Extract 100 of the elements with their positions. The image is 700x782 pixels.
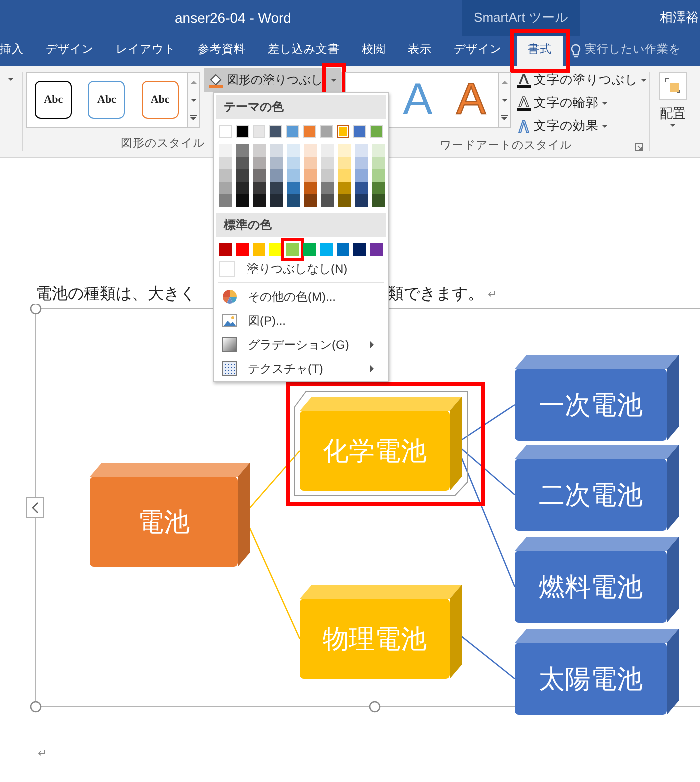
color-swatch[interactable] [338,156,351,169]
color-swatch[interactable] [287,144,300,156]
color-swatch[interactable] [370,242,383,256]
resize-handle[interactable] [369,701,381,713]
shape-fill-button[interactable]: 図形の塗りつぶし [204,68,327,92]
ribbon-tab[interactable]: 書式 [517,36,563,66]
color-swatch[interactable] [236,242,249,256]
resize-handle[interactable] [30,304,42,315]
more-icon [501,115,508,121]
color-swatch[interactable] [287,169,300,182]
window-title: anser26-04 - Word [175,8,292,28]
color-swatch[interactable] [270,194,283,206]
color-swatch[interactable] [338,169,351,182]
ribbon-tab[interactable]: 参考資料 [187,36,257,66]
menu-item[interactable]: テクスチャ(T) [214,356,388,380]
ribbon-tab[interactable]: 校閲 [351,36,397,66]
color-swatch[interactable] [320,242,333,256]
color-swatch[interactable] [321,194,334,206]
menu-heading: 標準の色 [216,212,386,236]
menu-item[interactable]: グラデーション(G) [214,332,388,356]
color-swatch[interactable] [304,169,317,182]
color-swatch[interactable] [270,144,283,156]
color-swatch[interactable] [304,144,317,156]
color-swatch[interactable] [236,169,249,182]
more-button[interactable] [499,109,510,127]
expand-pane-icon[interactable] [26,498,44,518]
color-swatch[interactable] [219,242,232,256]
color-swatch[interactable] [372,156,385,169]
color-swatch[interactable] [287,156,300,169]
color-swatch[interactable] [355,156,368,169]
menu-heading: テーマの色 [216,95,386,119]
ribbon-tab[interactable]: デザイン [35,36,105,66]
color-swatch[interactable] [321,182,334,194]
shape-style-option[interactable]: Abc [35,81,72,119]
color-swatch[interactable] [336,242,350,256]
color-swatch[interactable] [219,182,232,194]
color-swatch[interactable] [372,194,385,206]
color-swatch[interactable] [321,156,334,169]
color-swatch[interactable] [269,242,282,256]
color-swatch[interactable] [338,194,351,206]
gradient-icon [222,336,238,352]
picture-icon [222,312,238,328]
color-swatch[interactable] [304,156,317,169]
color-swatch[interactable] [236,182,249,194]
no-fill-item[interactable]: 塗りつぶしなし(N) [214,258,353,280]
arrange-button[interactable]: 配置 [659,72,687,126]
color-swatch[interactable] [372,182,385,194]
color-swatch[interactable] [236,144,249,156]
color-swatch[interactable] [304,194,317,206]
color-swatch[interactable] [372,169,385,182]
ribbon-tab[interactable]: 挿入 [0,36,35,66]
color-swatch[interactable] [253,144,266,156]
color-swatch[interactable] [355,144,368,156]
color-swatch[interactable] [236,194,249,206]
menu-item[interactable]: その他の色(M)... [214,284,388,308]
group-label: 図形のスタイル [121,136,205,152]
color-swatch[interactable] [253,169,266,182]
color-swatch[interactable] [353,242,366,256]
color-swatch[interactable] [287,182,300,194]
menu-item[interactable]: 図(P)... [214,308,388,332]
color-swatch[interactable] [304,182,317,194]
search-field[interactable]: 実行したい作業を [581,42,681,60]
more-button[interactable] [188,109,199,127]
color-swatch[interactable] [270,182,283,194]
dropdown-arrow-button[interactable] [327,68,341,92]
resize-handle[interactable] [30,701,42,713]
ribbon-tab[interactable]: レイアウト [105,36,187,66]
color-swatch[interactable] [252,242,266,256]
shape-style-option[interactable]: Abc [88,81,126,119]
color-swatch[interactable] [253,194,266,206]
color-swatch[interactable] [338,182,351,194]
color-swatch[interactable] [321,144,334,156]
color-swatch[interactable] [219,156,232,169]
color-swatch[interactable] [338,144,351,156]
color-swatch[interactable] [302,242,316,256]
color-swatch[interactable] [253,182,266,194]
color-swatch[interactable] [219,169,232,182]
text-format-button[interactable]: 文字の輪郭 [515,92,649,115]
dialog-launcher-icon[interactable] [635,142,643,151]
color-swatch[interactable] [270,156,283,169]
color-swatch[interactable] [253,156,266,169]
color-swatch[interactable] [270,169,283,182]
ribbon-tab[interactable]: 差し込み文書 [257,36,351,66]
paint-bucket-icon [208,72,224,88]
color-swatch[interactable] [355,169,368,182]
shape-style-option[interactable]: Abc [142,81,179,119]
color-swatch[interactable] [372,144,385,156]
color-swatch[interactable] [219,194,232,206]
ribbon-tab[interactable]: デザイン [443,36,513,66]
color-swatch[interactable] [355,182,368,194]
caret-icon [8,78,14,81]
color-swatch[interactable] [321,169,334,182]
ribbon-tab[interactable]: 表示 [397,36,443,66]
color-swatch[interactable] [236,156,249,169]
color-swatch[interactable] [287,194,300,206]
color-swatch[interactable] [336,125,350,138]
text-format-button[interactable]: 文字の効果 [515,115,649,138]
color-swatch[interactable] [355,194,368,206]
color-swatch[interactable] [219,144,232,156]
color-swatch[interactable] [286,242,299,256]
